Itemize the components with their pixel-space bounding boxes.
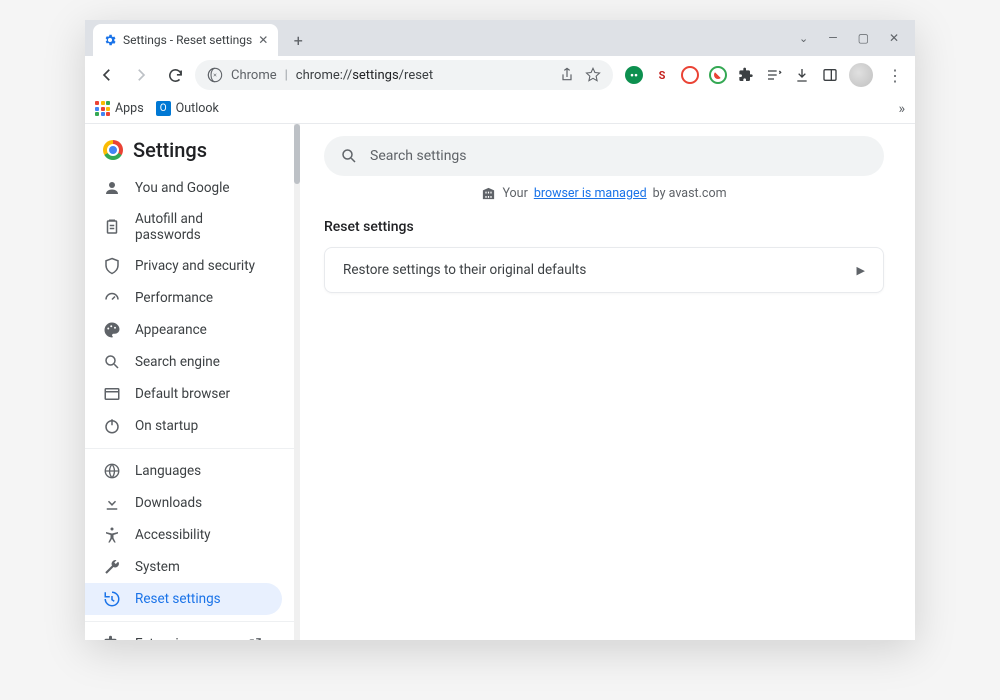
search-icon bbox=[340, 147, 358, 165]
outlook-icon: O bbox=[156, 101, 171, 116]
sidebar-scroll[interactable]: You and Google Autofill and passwords Pr… bbox=[85, 172, 300, 640]
chrome-logo-icon bbox=[103, 140, 123, 160]
puzzle-icon bbox=[103, 635, 121, 640]
globe-icon bbox=[103, 462, 121, 480]
separator: | bbox=[285, 68, 288, 83]
address-bar[interactable]: Chrome | chrome://settings/reset bbox=[195, 60, 613, 90]
url-prefix-label: Chrome bbox=[231, 68, 277, 83]
building-icon bbox=[481, 186, 496, 201]
tab-close-icon[interactable]: ✕ bbox=[258, 33, 268, 47]
window-icon bbox=[103, 385, 121, 403]
forward-button[interactable] bbox=[127, 61, 155, 89]
settings-content: Settings You and Google Autofill and pas… bbox=[85, 124, 915, 640]
sidebar-item-extensions[interactable]: Extensions bbox=[85, 628, 282, 640]
sidebar-item-accessibility[interactable]: Accessibility bbox=[85, 519, 282, 551]
sidebar-item-reset[interactable]: Reset settings bbox=[85, 583, 282, 615]
menu-kebab-icon[interactable]: ⋮ bbox=[883, 66, 907, 85]
sidebar-item-autofill[interactable]: Autofill and passwords bbox=[85, 204, 282, 250]
bookmark-outlook[interactable]: O Outlook bbox=[156, 101, 219, 116]
download-icon[interactable] bbox=[793, 66, 811, 84]
extensions-puzzle-icon[interactable] bbox=[737, 66, 755, 84]
sidebar-item-search[interactable]: Search engine bbox=[85, 346, 282, 378]
profile-avatar[interactable] bbox=[849, 63, 873, 87]
close-window-icon[interactable]: ✕ bbox=[889, 31, 899, 45]
apps-grid-icon bbox=[95, 101, 110, 116]
chevron-down-icon[interactable]: ⌄ bbox=[799, 32, 808, 45]
ext-green-icon[interactable]: •• bbox=[625, 66, 643, 84]
reset-card: Restore settings to their original defau… bbox=[324, 247, 884, 293]
gear-icon bbox=[103, 33, 117, 47]
share-icon[interactable] bbox=[559, 67, 575, 83]
ext-s-icon[interactable]: S bbox=[653, 66, 671, 84]
managed-link[interactable]: browser is managed bbox=[534, 186, 647, 201]
ext-compass-icon[interactable] bbox=[709, 66, 727, 84]
speedometer-icon bbox=[103, 289, 121, 307]
settings-main: Search settings Your browser is managed … bbox=[300, 124, 915, 640]
toolbar: Chrome | chrome://settings/reset •• S ⋮ bbox=[85, 56, 915, 94]
row-label: Restore settings to their original defau… bbox=[343, 262, 586, 278]
browser-tab[interactable]: Settings - Reset settings ✕ bbox=[93, 24, 278, 56]
sidebar-item-privacy[interactable]: Privacy and security bbox=[85, 250, 282, 282]
titlebar: Settings - Reset settings ✕ + ⌄ — ▢ ✕ bbox=[85, 20, 915, 56]
accessibility-icon bbox=[103, 526, 121, 544]
palette-icon bbox=[103, 321, 121, 339]
settings-header: Settings bbox=[85, 124, 300, 172]
sidebar-scrollbar[interactable] bbox=[294, 124, 300, 640]
settings-title: Settings bbox=[133, 138, 207, 162]
sidebar-item-startup[interactable]: On startup bbox=[85, 410, 282, 442]
person-icon bbox=[103, 179, 121, 197]
maximize-icon[interactable]: ▢ bbox=[858, 31, 869, 45]
restore-icon bbox=[103, 590, 121, 608]
reload-button[interactable] bbox=[161, 61, 189, 89]
open-external-icon bbox=[246, 635, 264, 640]
sidebar-item-you[interactable]: You and Google bbox=[85, 172, 282, 204]
sidebar-item-performance[interactable]: Performance bbox=[85, 282, 282, 314]
clipboard-icon bbox=[103, 218, 121, 236]
browser-window: Settings - Reset settings ✕ + ⌄ — ▢ ✕ Ch… bbox=[85, 20, 915, 640]
tab-title: Settings - Reset settings bbox=[123, 33, 252, 47]
power-icon bbox=[103, 417, 121, 435]
ext-opera-icon[interactable] bbox=[681, 66, 699, 84]
download-arrow-icon bbox=[103, 494, 121, 512]
bookmarks-overflow-icon[interactable]: » bbox=[898, 101, 905, 117]
chevron-right-icon: ▶ bbox=[857, 264, 865, 277]
search-placeholder: Search settings bbox=[370, 148, 467, 164]
back-button[interactable] bbox=[93, 61, 121, 89]
reading-list-icon[interactable] bbox=[765, 66, 783, 84]
sidebar-item-appearance[interactable]: Appearance bbox=[85, 314, 282, 346]
managed-notice: Your browser is managed by avast.com bbox=[324, 186, 884, 201]
sidebar-item-downloads[interactable]: Downloads bbox=[85, 487, 282, 519]
star-icon[interactable] bbox=[585, 67, 601, 83]
restore-defaults-row[interactable]: Restore settings to their original defau… bbox=[325, 248, 883, 292]
side-panel-icon[interactable] bbox=[821, 66, 839, 84]
settings-sidebar: Settings You and Google Autofill and pas… bbox=[85, 124, 300, 640]
url-text: chrome://settings/reset bbox=[296, 68, 433, 83]
shield-icon bbox=[103, 257, 121, 275]
settings-search[interactable]: Search settings bbox=[324, 136, 884, 176]
wrench-icon bbox=[103, 558, 121, 576]
apps-shortcut[interactable]: Apps bbox=[95, 101, 144, 116]
new-tab-button[interactable]: + bbox=[284, 26, 312, 54]
sidebar-item-languages[interactable]: Languages bbox=[85, 455, 282, 487]
sidebar-item-system[interactable]: System bbox=[85, 551, 282, 583]
search-icon bbox=[103, 353, 121, 371]
minimize-icon[interactable]: — bbox=[828, 31, 837, 45]
section-title: Reset settings bbox=[324, 219, 884, 235]
site-info-icon[interactable] bbox=[207, 67, 223, 83]
bookmarks-bar: Apps O Outlook » bbox=[85, 94, 915, 124]
extensions-area: •• S ⋮ bbox=[625, 63, 907, 87]
sidebar-item-browser[interactable]: Default browser bbox=[85, 378, 282, 410]
